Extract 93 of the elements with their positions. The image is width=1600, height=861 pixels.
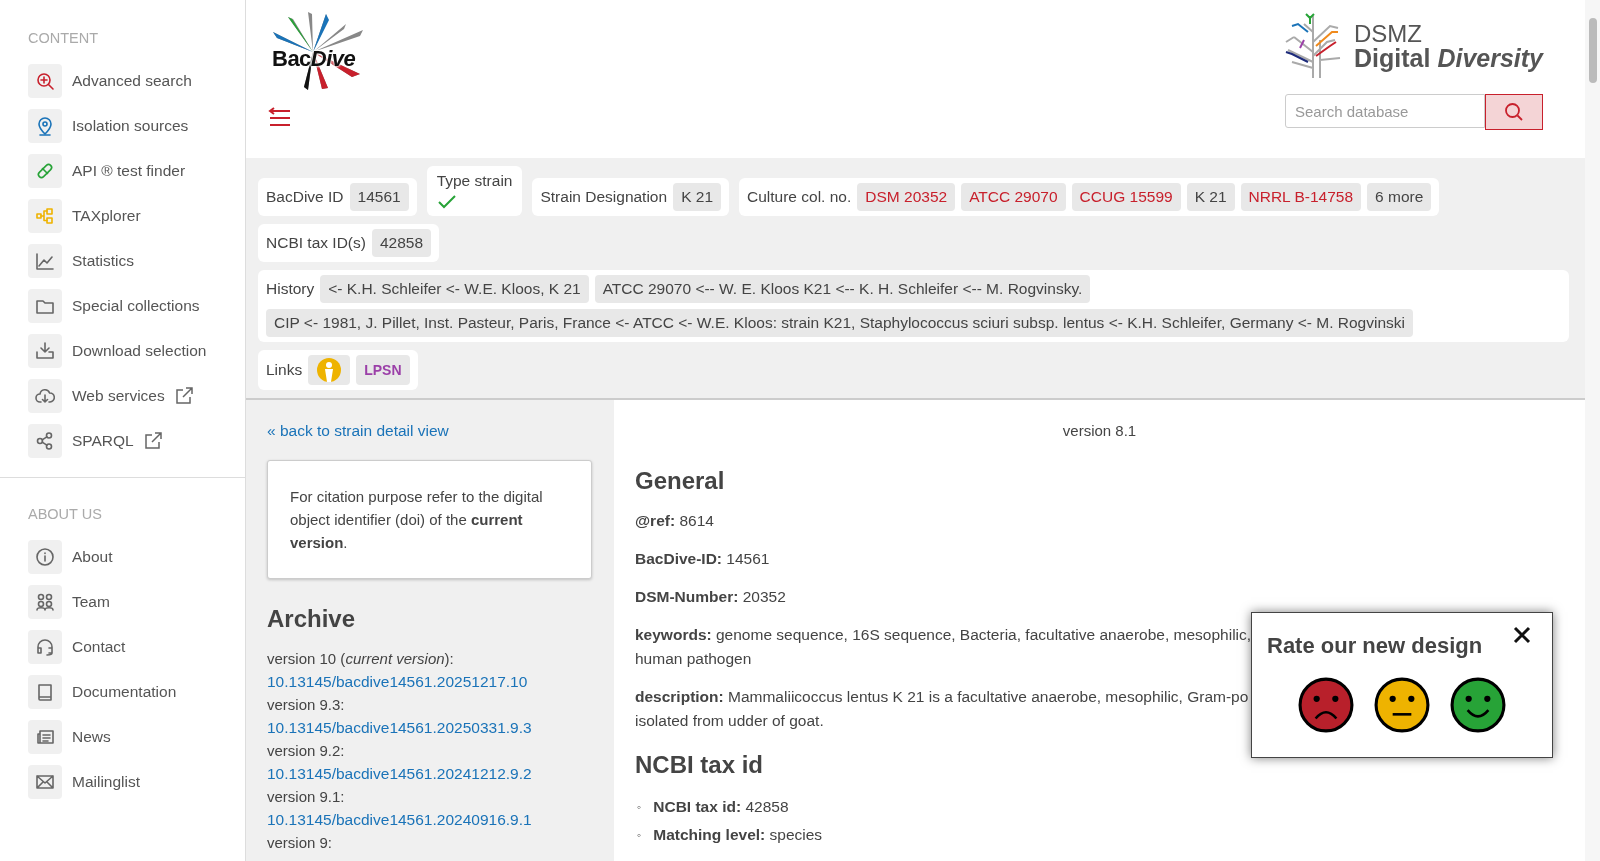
sidebar-item[interactable]: Web services [0, 373, 245, 418]
version-label: version 9: [267, 833, 334, 853]
field-text: DSM-Number: 20352 [635, 587, 786, 607]
menu-icon[interactable] [268, 106, 292, 128]
field-text: BacDive-ID: 14561 [635, 549, 770, 569]
lpsn-link[interactable]: LPSN [356, 355, 410, 385]
bullet-marker: ◦ [637, 799, 642, 816]
neutral-face-icon[interactable] [1374, 677, 1430, 733]
collection-link[interactable]: DSM 20352 [857, 183, 956, 211]
collection-link[interactable]: CCUG 15599 [1071, 183, 1181, 211]
citation-note: For citation purpose refer to the digital object identifier (doi) of the current version. [267, 460, 592, 579]
brand-tagline: Digital Diversity [1354, 45, 1543, 71]
field-label: Culture col. no. [747, 188, 852, 206]
sidebar-item[interactable]: Statistics [0, 238, 245, 283]
close-icon[interactable] [1512, 625, 1532, 645]
field-text: description: Mammaliicoccus lentus K 21 is a facultative anaerobe, mesophilic, Gram-po [635, 687, 1249, 707]
popup-title: Rate our new design [1267, 633, 1483, 659]
doi-link[interactable]: 10.13145/bacdive14561.20241212.9.2 [267, 762, 592, 785]
collection-link[interactable]: NRRL B-14758 [1240, 183, 1362, 211]
search-button[interactable] [1485, 94, 1543, 130]
book-icon [28, 674, 62, 709]
doi-link[interactable]: 10.13145/bacdive14561.20251217.10 [267, 670, 592, 693]
line-chart-icon [28, 243, 62, 278]
field-text: isolated from udder of goat. [635, 711, 824, 731]
section-heading: NCBI tax id [635, 751, 764, 779]
sidebar-item[interactable]: News [0, 714, 245, 759]
section-title: CONTENT [28, 30, 100, 46]
tree-diagram-icon [28, 198, 62, 233]
collection-link[interactable]: ATCC 29070 [961, 183, 1066, 211]
field-text: @ref: 8614 [635, 511, 714, 531]
value-chip: K 21 [1186, 183, 1235, 211]
field-item: Matching level: species [653, 825, 823, 845]
sidebar-item[interactable]: About [0, 534, 245, 579]
external-link-icon [174, 386, 193, 405]
newspaper-icon [28, 719, 62, 754]
history-chip: <- K.H. Schleifer <- W.E. Kloos, K 21 [320, 275, 589, 303]
version-label: version 8.1 [1061, 422, 1138, 439]
section-heading: General [635, 467, 726, 495]
sidebar-item[interactable]: API ® test finder [0, 148, 245, 193]
version-label: version 9.3: [267, 695, 346, 715]
field-label: Links [266, 361, 303, 379]
pill-icon [28, 153, 62, 188]
location-pin-icon [28, 108, 62, 143]
sidebar-item[interactable]: Isolation sources [0, 103, 245, 148]
sidebar-item[interactable]: Advanced search [0, 58, 245, 103]
cloud-download-icon [28, 378, 62, 413]
sidebar-item[interactable]: Download selection [0, 328, 245, 373]
doi-link[interactable]: 10.13145/bacdive14561.20240916.9.1 [267, 808, 592, 831]
history-chip: ATCC 29070 <-- W. E. Kloos K21 <-- K. H. Schleifer <-- M. Rogvinsky. [594, 275, 1091, 303]
search-icon [1504, 102, 1524, 122]
people-icon [28, 584, 62, 619]
sad-face-icon[interactable] [1298, 677, 1354, 733]
version-label: version 10 (current version): [267, 649, 455, 669]
happy-face-icon[interactable] [1450, 677, 1506, 733]
field-item: NCBI tax id: 42858 [653, 797, 789, 817]
headset-icon [28, 629, 62, 664]
history-chip: CIP <- 1981, J. Pillet, Inst. Pasteur, Paris, France <- ATCC <- W.E. Kloos: strain K21, Staphylococcus sciuri subsp. lentus <- K.H. Schleifer, Germany <- M. Rogvinski [266, 309, 1413, 337]
sidebar-item[interactable]: SPARQL [0, 418, 245, 463]
sidebar-item[interactable]: Contact [0, 624, 245, 669]
person-logo-icon [316, 357, 343, 383]
section-heading: Archive [267, 605, 357, 633]
section-title: ABOUT US [28, 506, 103, 522]
folder-icon [28, 288, 62, 323]
field-label: NCBI tax ID(s) [266, 234, 366, 252]
share-icon [28, 423, 62, 458]
field-label: Type strain [436, 172, 513, 190]
sidebar-item[interactable]: Special collections [0, 283, 245, 328]
value-chip: 6 more [1367, 183, 1432, 211]
value-chip: K 21 [673, 183, 721, 211]
external-link-icon [143, 431, 162, 450]
sidebar-item[interactable]: Documentation [0, 669, 245, 714]
scrollbar[interactable] [1585, 0, 1600, 861]
field-label: BacDive ID [266, 188, 344, 206]
search-field[interactable]: Search database [1285, 94, 1485, 128]
field-text: human pathogen [635, 649, 752, 669]
field-label: Strain Designation [540, 188, 668, 206]
sidebar-item[interactable]: Team [0, 579, 245, 624]
doi-link[interactable]: 10.13145/bacdive14561.20250331.9.3 [267, 716, 592, 739]
field-text: keywords: genome sequence, 16S sequence, Bacteria, facultative anaerobe, mesophilic, [635, 625, 1252, 645]
version-label: version 9.1: [267, 787, 346, 807]
mail-icon [28, 764, 62, 799]
info-icon [28, 539, 62, 574]
value-chip: 14561 [349, 183, 409, 211]
version-label: version 9.2: [267, 741, 346, 761]
sidebar-item[interactable]: Mailinglist [0, 759, 245, 804]
field-label: History [266, 280, 315, 298]
bullet-marker: ◦ [637, 827, 642, 844]
value-chip: 42858 [371, 229, 431, 257]
download-icon [28, 333, 62, 368]
zoom-in-icon [28, 63, 62, 98]
brand-name: DSMZ [1354, 21, 1424, 46]
sidebar-item[interactable]: TAXplorer [0, 193, 245, 238]
back-link[interactable]: « back to strain detail view [267, 422, 449, 439]
